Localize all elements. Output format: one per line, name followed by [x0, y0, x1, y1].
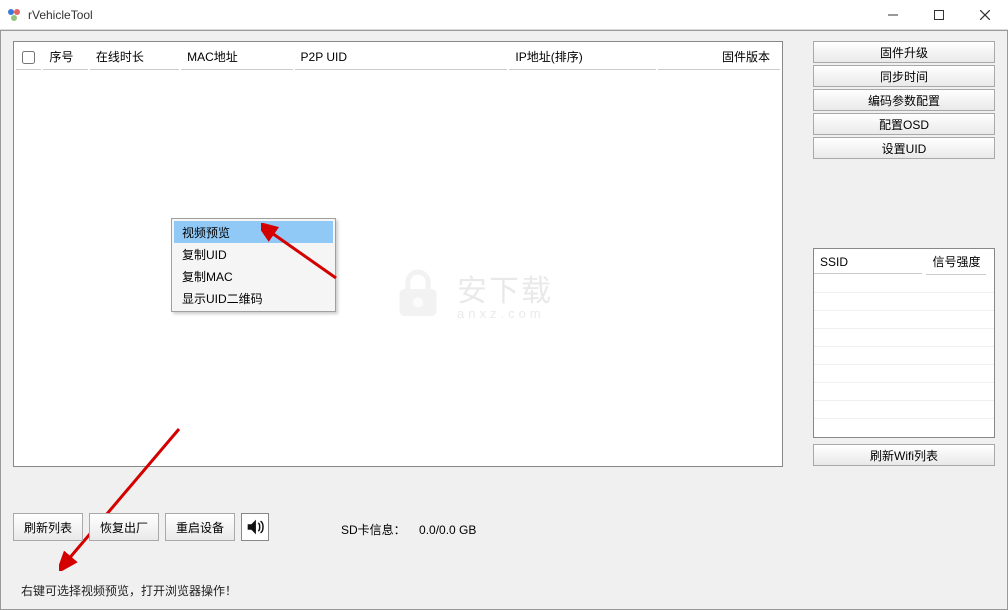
col-ssid[interactable]: SSID [814, 251, 922, 274]
bottom-bar: 刷新列表 恢复出厂 重启设备 [13, 513, 269, 541]
wifi-row [814, 401, 994, 419]
context-menu: 视频预览 复制UID 复制MAC 显示UID二维码 [171, 218, 336, 312]
col-online[interactable]: 在线时长 [90, 44, 179, 70]
select-all-checkbox[interactable] [22, 51, 35, 64]
wifi-row [814, 365, 994, 383]
client-area: 序号 在线时长 MAC地址 P2P UID IP地址(排序) 固件版本 安下载 … [0, 30, 1008, 610]
col-index[interactable]: 序号 [43, 44, 88, 70]
col-signal[interactable]: 信号强度 [926, 249, 986, 275]
close-button[interactable] [962, 0, 1008, 30]
osd-config-button[interactable]: 配置OSD [813, 113, 995, 135]
wifi-row [814, 275, 994, 293]
speaker-icon[interactable] [241, 513, 269, 541]
refresh-list-button[interactable]: 刷新列表 [13, 513, 83, 541]
ctx-copy-mac[interactable]: 复制MAC [174, 265, 333, 287]
app-icon [6, 7, 22, 23]
col-ip[interactable]: IP地址(排序) [509, 44, 656, 70]
wifi-row [814, 293, 994, 311]
sd-label: SD卡信息： [341, 523, 406, 537]
wifi-row [814, 347, 994, 365]
device-table[interactable]: 序号 在线时长 MAC地址 P2P UID IP地址(排序) 固件版本 [13, 41, 783, 467]
wifi-refresh-button[interactable]: 刷新Wifi列表 [813, 444, 995, 466]
minimize-button[interactable] [870, 0, 916, 30]
col-p2p[interactable]: P2P UID [295, 44, 508, 70]
sd-value: 0.0/0.0 GB [419, 523, 476, 537]
ctx-show-qr[interactable]: 显示UID二维码 [174, 287, 333, 309]
title-bar: rVehicleTool [0, 0, 1008, 30]
set-uid-button[interactable]: 设置UID [813, 137, 995, 159]
wifi-row [814, 383, 994, 401]
reboot-button[interactable]: 重启设备 [165, 513, 235, 541]
sync-time-button[interactable]: 同步时间 [813, 65, 995, 87]
wifi-panel: SSID 信号强度 刷新Wifi列表 [813, 248, 995, 466]
maximize-button[interactable] [916, 0, 962, 30]
table-header-row: 序号 在线时长 MAC地址 P2P UID IP地址(排序) 固件版本 [16, 44, 780, 70]
col-fw[interactable]: 固件版本 [658, 44, 780, 70]
hint-text: 右键可选择视频预览，打开浏览器操作！ [21, 582, 237, 599]
sd-info: SD卡信息： 0.0/0.0 GB [341, 521, 476, 538]
wifi-row [814, 329, 994, 347]
encode-config-button[interactable]: 编码参数配置 [813, 89, 995, 111]
wifi-row [814, 311, 994, 329]
side-button-group: 固件升级 同步时间 编码参数配置 配置OSD 设置UID [813, 41, 995, 161]
factory-reset-button[interactable]: 恢复出厂 [89, 513, 159, 541]
col-check[interactable] [16, 44, 41, 70]
firmware-upgrade-button[interactable]: 固件升级 [813, 41, 995, 63]
ctx-copy-uid[interactable]: 复制UID [174, 243, 333, 265]
window-title: rVehicleTool [28, 8, 870, 22]
wifi-table[interactable]: SSID 信号强度 [813, 248, 995, 438]
ctx-video-preview[interactable]: 视频预览 [174, 221, 333, 243]
col-mac[interactable]: MAC地址 [181, 44, 292, 70]
